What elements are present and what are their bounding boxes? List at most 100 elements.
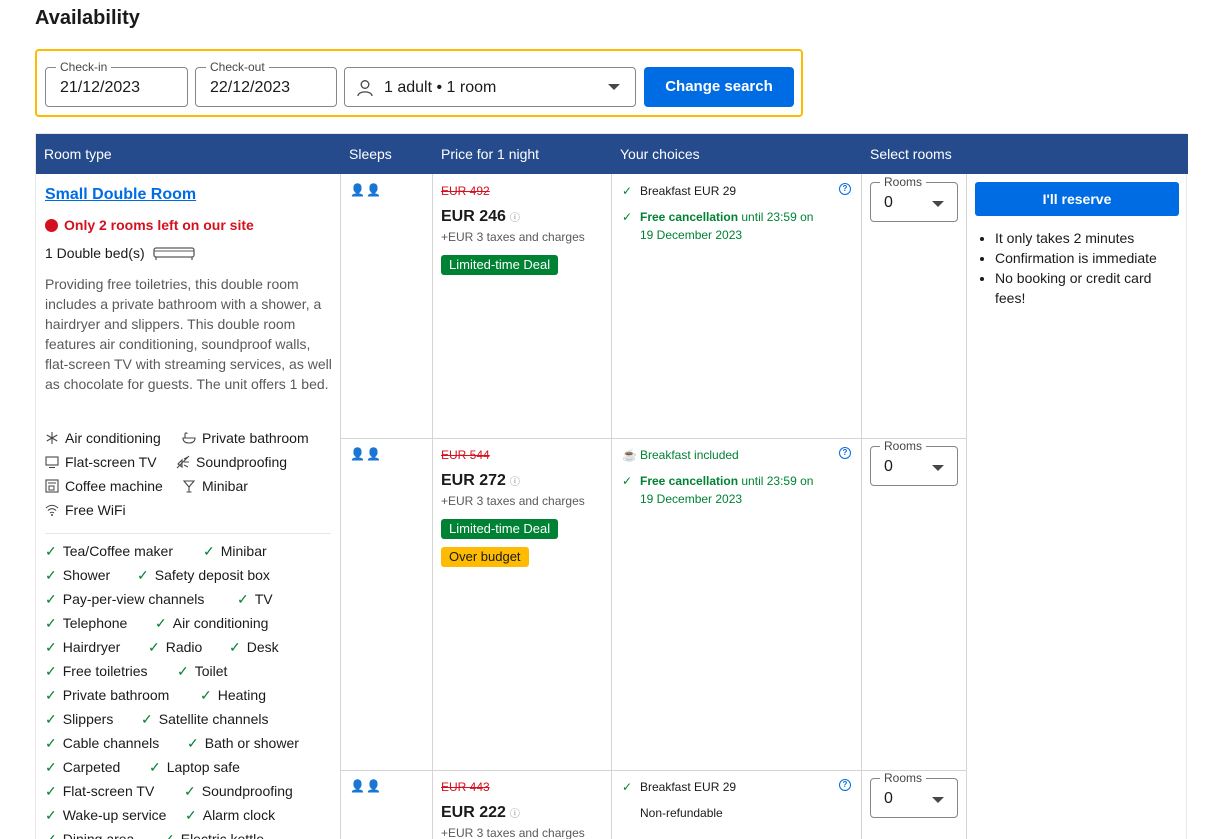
chevron-down-icon (932, 797, 944, 803)
scarcity-text: Only 2 rooms left on our site (64, 217, 254, 233)
checkout-label: Check-out (206, 60, 269, 74)
facility-label: Private bathroom (202, 430, 309, 446)
original-price: EUR 443 (441, 780, 490, 794)
chevron-down-icon (932, 465, 944, 471)
over-budget-badge: Over budget (441, 547, 529, 567)
amenity-item: ✓ Private bathroom (45, 687, 170, 703)
amenity-item: ✓ Soundproofing (184, 783, 293, 799)
reserve-benefits-list: It only takes 2 minutes Confirmation is … (995, 228, 1185, 308)
benefit-item: It only takes 2 minutes (995, 228, 1185, 248)
tv-icon (45, 456, 59, 469)
amenity-item: ✓ Carpeted (45, 759, 121, 775)
rooms-value: 0 (884, 194, 893, 211)
info-icon: ⓘ (509, 477, 520, 488)
checkout-field[interactable]: Check-out 22/12/2023 (195, 60, 337, 107)
row-divider (341, 770, 966, 771)
check-icon: ✓ (622, 210, 633, 224)
amenity-item: ✓ Radio (148, 639, 203, 655)
amenity-item: ✓ Alarm clock (185, 807, 276, 823)
facility-label: Coffee machine (65, 478, 163, 494)
amenity-item: ✓ Satellite channels (141, 711, 269, 727)
column-divider (340, 174, 341, 839)
facility-label: Flat-screen TV (65, 454, 157, 470)
amenity-item: ✓ Cable channels (45, 735, 160, 751)
facility-item: Private bathroom (182, 430, 309, 446)
facility-item: Minibar (182, 478, 248, 494)
row-divider (341, 438, 966, 439)
taxes-text: +EUR 3 taxes and charges (441, 826, 585, 839)
column-divider (966, 174, 967, 839)
search-box: Check-in 21/12/2023 Check-out 22/12/2023… (35, 49, 803, 117)
benefit-item: No booking or credit card fees! (995, 268, 1185, 308)
rooms-value: 0 (884, 458, 893, 475)
help-icon[interactable]: ? (839, 779, 851, 791)
header-select-rooms: Select rooms (870, 146, 952, 162)
choice-cancellation: ✓ Free cancellation until 23:59 on 19 Dece… (622, 474, 814, 506)
amenity-item: ✓ Hairdryer (45, 639, 121, 655)
header-sleeps: Sleeps (349, 146, 392, 162)
rooms-select[interactable]: Rooms 0 (870, 175, 958, 222)
availability-table: Room type Sleeps Price for 1 night Your … (35, 133, 1188, 839)
amenity-item: ✓ Safety deposit box (137, 567, 270, 583)
check-icon: ✓ (622, 474, 633, 488)
sleeps-two-persons-icon: 👤👤 (350, 183, 382, 197)
amenity-item: ✓ Pay-per-view channels (45, 591, 205, 607)
amenity-item: ✓ Tea/Coffee maker (45, 543, 173, 559)
change-search-button[interactable]: Change search (644, 67, 794, 107)
amenity-item: ✓ Air conditioning (155, 615, 269, 631)
amenity-item: ✓ Slippers (45, 711, 114, 727)
limited-deal-badge: Limited-time Deal (441, 519, 559, 539)
page-title: Availability (35, 7, 140, 29)
amenity-item: ✓ Free toiletries (45, 663, 148, 679)
taxes-text: +EUR 3 taxes and charges (441, 494, 585, 508)
coffee-cup-icon: ☕ (622, 448, 637, 462)
choice-non-refundable: Non-refundable (640, 806, 723, 820)
rooms-value: 0 (884, 790, 893, 807)
column-divider (432, 174, 433, 839)
cocktail-icon (182, 480, 196, 493)
checkin-field[interactable]: Check-in 21/12/2023 (45, 60, 188, 107)
bed-info: 1 Double bed(s) (45, 245, 195, 261)
reserve-button[interactable]: I'll reserve (975, 182, 1179, 216)
amenity-item: ✓ Flat-screen TV (45, 783, 155, 799)
current-price: EUR 222 ⓘ (441, 804, 520, 821)
help-icon[interactable]: ? (839, 447, 851, 459)
taxes-text: +EUR 3 taxes and charges (441, 230, 585, 244)
table-header: Room type Sleeps Price for 1 night Your … (36, 134, 1188, 174)
header-choices: Your choices (620, 146, 700, 162)
original-price: EUR 544 (441, 448, 490, 462)
facility-item: Air conditioning (45, 430, 161, 446)
rooms-label: Rooms (880, 439, 927, 453)
amenity-item: ✓ Minibar (203, 543, 267, 559)
scarcity-message: Only 2 rooms left on our site (45, 217, 254, 233)
check-icon: ✓ (622, 780, 633, 794)
wifi-icon (45, 504, 59, 516)
occupancy-select[interactable]: 1 adult • 1 room (344, 67, 636, 107)
bed-text: 1 Double bed(s) (45, 245, 145, 261)
choice-cancellation: ✓ Free cancellation until 23:59 on 19 Dece… (622, 210, 814, 242)
rooms-select[interactable]: Rooms 0 (870, 439, 958, 486)
coffee-machine-icon (45, 479, 59, 493)
help-icon[interactable]: ? (839, 183, 851, 195)
sleeps-two-persons-icon: 👤👤 (350, 779, 382, 793)
person-icon (357, 80, 373, 97)
snowflake-icon (46, 432, 58, 444)
choice-breakfast: ☕ Breakfast included (622, 448, 739, 462)
info-icon: ⓘ (509, 213, 520, 224)
facility-label: Free WiFi (65, 502, 126, 518)
facility-item: Soundproofing (176, 454, 287, 470)
occupancy-value: 1 adult • 1 room (384, 79, 497, 96)
room-name-link[interactable]: Small Double Room (45, 186, 196, 204)
alert-dot-icon (45, 219, 58, 232)
rooms-label: Rooms (880, 771, 927, 785)
rooms-select[interactable]: Rooms 0 (870, 771, 958, 818)
current-price: EUR 272 ⓘ (441, 472, 520, 489)
checkin-value: 21/12/2023 (60, 79, 141, 96)
choice-breakfast: ✓ Breakfast EUR 29 (622, 184, 737, 198)
info-icon: ⓘ (509, 809, 520, 820)
header-price: Price for 1 night (441, 146, 540, 162)
checkin-label: Check-in (56, 60, 112, 74)
amenity-item: ✓ Heating (200, 687, 266, 703)
amenity-item: ✓ Wake-up service (45, 807, 167, 823)
limited-deal-badge: Limited-time Deal (441, 255, 559, 275)
